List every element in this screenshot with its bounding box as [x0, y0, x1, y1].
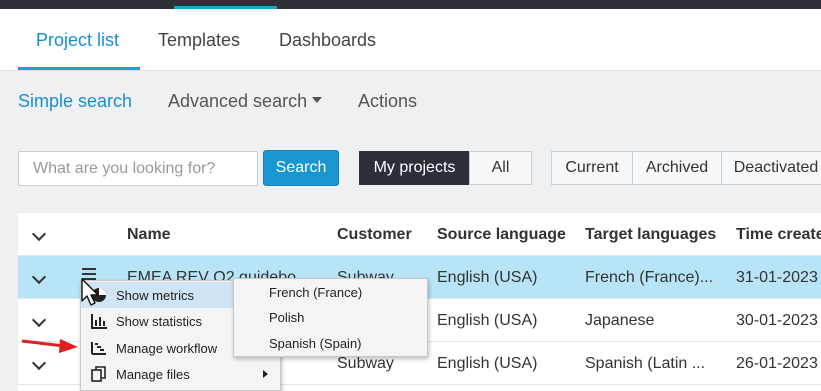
row-target-languages: Japanese [585, 312, 655, 329]
column-header-name[interactable]: Name [127, 226, 171, 244]
tab-project-list[interactable]: Project list [36, 30, 119, 51]
target-language-item[interactable]: Polish [269, 310, 304, 325]
search-button[interactable]: Search [263, 150, 339, 186]
filter-archived[interactable]: Archived [632, 151, 722, 185]
mouse-cursor-icon [81, 278, 99, 306]
tab-templates[interactable]: Templates [158, 30, 240, 51]
advanced-search-label: Advanced search [168, 91, 308, 111]
row-target-languages: Spanish (Latin ... [585, 355, 706, 372]
column-header-source-language[interactable]: Source language [437, 226, 566, 244]
menu-item-label: Show statistics [116, 314, 202, 329]
top-app-bar [0, 0, 821, 9]
chevron-down-icon [312, 97, 323, 104]
target-languages-popup: French (France) Polish Spanish (Spain) [233, 278, 428, 357]
row-time-created: 31-01-2023 [736, 269, 818, 286]
column-header-time-created[interactable]: Time create [736, 226, 821, 244]
table-header-row: Name Customer Source language Target lan… [18, 213, 821, 256]
row-time-created: 30-01-2023 [736, 312, 818, 329]
row-customer: Subway [337, 355, 394, 372]
workflow-icon [91, 342, 106, 355]
bar-chart-icon [91, 314, 107, 329]
expand-row-chevron-icon[interactable] [31, 269, 47, 285]
expand-all-chevron-icon[interactable] [31, 226, 47, 242]
expand-row-chevron-icon[interactable] [31, 355, 47, 371]
target-language-item[interactable]: French (France) [269, 285, 362, 300]
row-time-created: 26-01-2023 [736, 355, 818, 372]
menu-item-label: Manage workflow [116, 341, 218, 356]
row-source-language: English (USA) [437, 355, 538, 372]
advanced-search-dropdown[interactable]: Advanced search [168, 91, 323, 112]
active-tab-indicator [18, 67, 140, 70]
search-mode-bar: Simple search Advanced search Actions [0, 72, 821, 132]
row-source-language: English (USA) [437, 269, 538, 286]
row-target-languages[interactable]: French (France)... [585, 269, 725, 287]
tab-dashboards[interactable]: Dashboards [279, 30, 376, 51]
menu-item-label: Manage files [116, 367, 190, 382]
submenu-arrow-icon [263, 370, 268, 378]
search-input[interactable] [18, 151, 258, 186]
filter-deactivated[interactable]: Deactivated [721, 151, 821, 185]
expand-row-chevron-icon[interactable] [31, 312, 47, 328]
actions-link[interactable]: Actions [358, 91, 417, 112]
filter-current[interactable]: Current [551, 151, 633, 185]
row-source-language: English (USA) [437, 312, 538, 329]
column-header-target-languages[interactable]: Target languages [585, 226, 716, 244]
column-header-customer[interactable]: Customer [337, 226, 412, 244]
menu-item-label: Show metrics [116, 288, 195, 303]
simple-search-link[interactable]: Simple search [18, 91, 132, 112]
my-projects-toggle[interactable]: My projects [359, 151, 470, 185]
main-tabs: Project list Templates Dashboards [0, 9, 821, 71]
all-projects-toggle[interactable]: All [469, 151, 532, 185]
files-icon [91, 366, 106, 382]
menu-item-manage-files[interactable]: Manage files [81, 361, 280, 387]
target-language-item[interactable]: Spanish (Spain) [269, 336, 362, 351]
red-arrow-annotation-icon [21, 339, 78, 353]
